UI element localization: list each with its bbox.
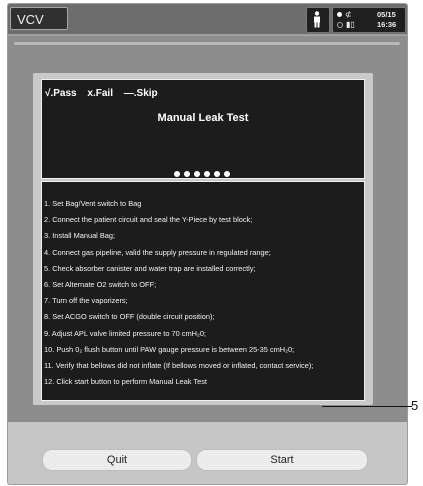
callout-number: 5 <box>411 398 419 413</box>
instruction-step: 3. Install Manual Bag; <box>44 231 116 241</box>
divider <box>14 42 400 45</box>
plug-icon: ⊄ <box>345 10 352 19</box>
legend-skip: —.Skip <box>123 88 158 99</box>
instruction-step: 6. Set Alternate O2 switch to OFF; <box>44 279 157 289</box>
instruction-step: 11. Verify that bellows did not inflate … <box>44 360 314 370</box>
instruction-step: 8. Set ACGO switch to OFF (double circui… <box>44 312 215 322</box>
progress-dots <box>174 164 234 182</box>
dialog-title: Manual Leak Test <box>157 112 249 124</box>
battery-indicator-dot <box>337 21 343 28</box>
instruction-step: 1. Set Bag/Vent switch to Bag <box>44 199 142 208</box>
person-icon <box>314 11 320 28</box>
callout-leader-line <box>322 406 412 407</box>
instructions-panel: 1. Set Bag/Vent switch to Bag 2. Connect … <box>41 181 365 401</box>
date-text: 05/15 <box>377 10 396 19</box>
instruction-step: 9. Adjust APL valve limited pressure to … <box>44 328 206 338</box>
battery-icon: ▮▯ <box>346 20 355 29</box>
progress-dot <box>174 171 180 177</box>
progress-dot <box>224 171 230 177</box>
power-status: ⊄ 05/15 ▮▯ 16:36 <box>332 7 406 33</box>
instruction-list: 1. Set Bag/Vent switch to Bag 2. Connect … <box>44 196 362 390</box>
legend-pass: √.Pass <box>45 88 77 99</box>
instruction-step: 12. Click start button to perform Manual… <box>44 377 207 387</box>
progress-dot <box>194 171 200 177</box>
ventilation-mode[interactable]: VCV <box>10 7 68 30</box>
start-button[interactable]: Start <box>196 449 368 471</box>
top-status-bar: VCV ⊄ 05/15 ▮▯ 16:36 <box>8 4 407 36</box>
dialog-header: √.Pass x.Fail —.Skip Manual Leak Test <box>41 79 365 179</box>
instruction-step: 5. Check absorber canister and water tra… <box>44 263 256 273</box>
status-area: ⊄ 05/15 ▮▯ 16:36 <box>306 6 407 33</box>
progress-dot <box>184 171 190 177</box>
instruction-step: 4. Connect gas pipeline, valid the suppl… <box>44 247 271 257</box>
result-legend: √.Pass x.Fail —.Skip <box>45 88 166 99</box>
button-bar: Quit Start <box>8 422 407 484</box>
device-screen: VCV ⊄ 05/15 ▮▯ 16:36 √.Pass x.Fail —.Ski… <box>7 3 408 485</box>
progress-dot <box>204 171 210 177</box>
instruction-step: 7. Turn off the vaporizers; <box>44 296 128 306</box>
leak-test-dialog: √.Pass x.Fail —.Skip Manual Leak Test 1.… <box>33 73 373 405</box>
instruction-step: 2. Connect the patient circuit and seal … <box>44 215 253 225</box>
time-text: 16:36 <box>377 20 397 29</box>
ac-indicator-dot <box>337 12 342 18</box>
instruction-step: 10. Push 0₂ flush button until PAW gauge… <box>44 344 295 354</box>
patient-button[interactable] <box>306 7 330 33</box>
progress-dot <box>214 171 220 177</box>
quit-button[interactable]: Quit <box>42 449 192 471</box>
legend-fail: x.Fail <box>87 88 113 99</box>
